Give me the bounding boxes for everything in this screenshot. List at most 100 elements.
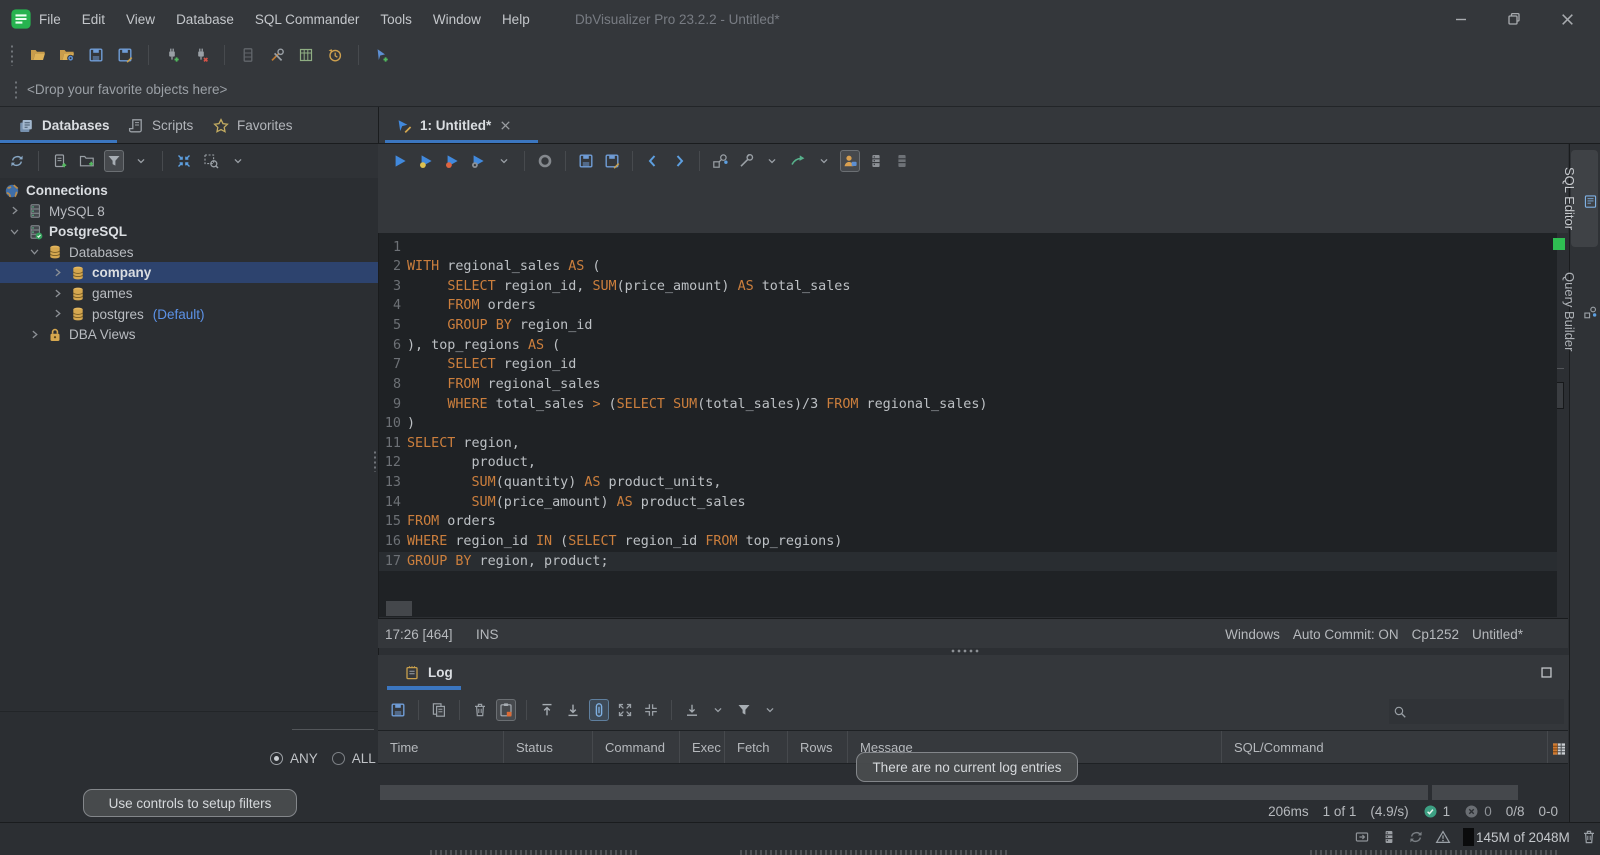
favorites-drag-handle[interactable] — [14, 79, 18, 100]
minimize-button[interactable] — [1438, 0, 1484, 38]
history-icon[interactable] — [325, 44, 345, 66]
tab-databases[interactable]: Databases — [18, 107, 110, 144]
arr-top-icon[interactable] — [537, 699, 557, 721]
chev-icon[interactable] — [494, 150, 514, 172]
tools-icon[interactable] — [267, 44, 287, 66]
collapse-all-icon[interactable] — [174, 150, 194, 172]
sidebar-tab-query-builder[interactable]: Query Builder — [1562, 252, 1598, 372]
toolbar-drag-handle[interactable] — [10, 44, 14, 66]
plug-add-icon[interactable] — [162, 44, 182, 66]
panel-splitter-handle[interactable] — [373, 450, 377, 472]
menu-view[interactable]: View — [126, 12, 155, 27]
chevron-right-icon[interactable] — [28, 328, 42, 342]
tree-item-connections[interactable]: Connections — [0, 180, 378, 201]
server-icon[interactable] — [238, 44, 258, 66]
open-folder-icon[interactable] — [28, 44, 48, 66]
log-col-status[interactable]: Status — [504, 731, 593, 763]
play-yellow-icon[interactable] — [416, 150, 436, 172]
tab-untitled[interactable]: 1: Untitled* — [396, 107, 512, 144]
menu-file[interactable]: File — [39, 12, 61, 27]
refresh-icon[interactable] — [7, 150, 27, 172]
table-settings-icon[interactable] — [1551, 741, 1567, 757]
doc-add-icon[interactable] — [50, 150, 70, 172]
chevron-right-icon[interactable] — [8, 204, 22, 218]
tail-icon[interactable] — [589, 699, 609, 721]
save-icon[interactable] — [86, 44, 106, 66]
chev-icon[interactable] — [708, 699, 728, 721]
memory-indicator[interactable]: 145M of 2048M — [1476, 823, 1570, 851]
log-splitter-handle[interactable] — [950, 649, 980, 653]
branch-icon[interactable] — [710, 150, 730, 172]
trash-icon[interactable] — [470, 699, 490, 721]
log-col-sql-command[interactable]: SQL/Command — [1222, 731, 1548, 763]
log-col-exec[interactable]: Exec — [680, 731, 725, 763]
sync-icon[interactable] — [1408, 829, 1424, 845]
log-col-fetch[interactable]: Fetch — [725, 731, 788, 763]
log-hscrollbar-corner[interactable] — [1432, 785, 1518, 800]
nav-back-icon[interactable] — [643, 150, 663, 172]
tree-item-postgres[interactable]: postgres (Default) — [0, 304, 378, 325]
editor-hscrollbar-thumb[interactable] — [386, 601, 412, 616]
stop-icon[interactable] — [535, 150, 555, 172]
funnel-icon[interactable] — [734, 699, 754, 721]
any-radio[interactable] — [270, 752, 283, 765]
db-rollback-icon[interactable] — [892, 150, 912, 172]
play-gear-icon[interactable] — [468, 150, 488, 172]
db-commit-icon[interactable] — [866, 150, 886, 172]
gc-trash-icon[interactable] — [1581, 829, 1597, 845]
bookmark-add-icon[interactable] — [372, 44, 392, 66]
close-tab-icon[interactable] — [499, 119, 512, 132]
zoom-frame-icon[interactable] — [201, 150, 221, 172]
chevron-right-icon[interactable] — [51, 266, 65, 280]
folder-settings-icon[interactable] — [57, 44, 77, 66]
menu-window[interactable]: Window — [433, 12, 481, 27]
tree-item-dba-views[interactable]: DBA Views — [0, 324, 378, 345]
plug-remove-icon[interactable] — [191, 44, 211, 66]
play-orange-icon[interactable] — [442, 150, 462, 172]
chev-icon[interactable] — [760, 699, 780, 721]
menu-tools[interactable]: Tools — [380, 12, 412, 27]
arr-bottom-icon[interactable] — [563, 699, 583, 721]
play-icon[interactable] — [390, 150, 410, 172]
menu-database[interactable]: Database — [176, 12, 234, 27]
chev-icon[interactable] — [228, 150, 248, 172]
tree-item-postgresql[interactable]: PostgreSQL — [0, 221, 378, 242]
collapse-icon[interactable] — [641, 699, 661, 721]
sticky-user-icon[interactable] — [840, 150, 860, 172]
tree-item-mysql-8[interactable]: MySQL 8 — [0, 201, 378, 222]
menu-edit[interactable]: Edit — [82, 12, 105, 27]
log-hscrollbar[interactable] — [380, 785, 1428, 800]
copy-icon[interactable] — [429, 699, 449, 721]
wrench-icon[interactable] — [736, 150, 756, 172]
chev-icon[interactable] — [131, 150, 151, 172]
menu-sql-commander[interactable]: SQL Commander — [255, 12, 360, 27]
sidebar-tab-sql-editor[interactable]: SQL Editor — [1562, 150, 1598, 247]
save-as-icon[interactable] — [602, 150, 622, 172]
restore-button[interactable] — [1491, 0, 1537, 38]
log-col-command[interactable]: Command — [593, 731, 680, 763]
menu-help[interactable]: Help — [502, 12, 530, 27]
nav-fwd-icon[interactable] — [669, 150, 689, 172]
chev-icon[interactable] — [762, 150, 782, 172]
search-input[interactable] — [1407, 704, 1547, 719]
save-icon[interactable] — [388, 699, 408, 721]
tab-favorites[interactable]: Favorites — [213, 107, 293, 144]
export-icon[interactable] — [1354, 829, 1370, 845]
redirect-icon[interactable] — [788, 150, 808, 172]
tab-scripts[interactable]: Scripts — [128, 107, 193, 144]
maximize-panel-icon[interactable] — [1540, 666, 1553, 679]
tab-log[interactable]: Log — [404, 655, 453, 690]
grid-icon[interactable] — [296, 44, 316, 66]
limit-icon[interactable] — [682, 699, 702, 721]
folder-add-icon[interactable] — [77, 150, 97, 172]
tree-item-company[interactable]: company — [0, 262, 378, 284]
tree-item-databases[interactable]: Databases — [0, 242, 378, 263]
chevron-down-icon[interactable] — [8, 225, 22, 239]
log-col-rows[interactable]: Rows — [788, 731, 848, 763]
db-stack-icon[interactable] — [1381, 829, 1397, 845]
log-col-time[interactable]: Time — [378, 731, 504, 763]
save-icon[interactable] — [576, 150, 596, 172]
tree-item-games[interactable]: games — [0, 283, 378, 304]
chev-icon[interactable] — [814, 150, 834, 172]
chevron-down-icon[interactable] — [28, 245, 42, 259]
